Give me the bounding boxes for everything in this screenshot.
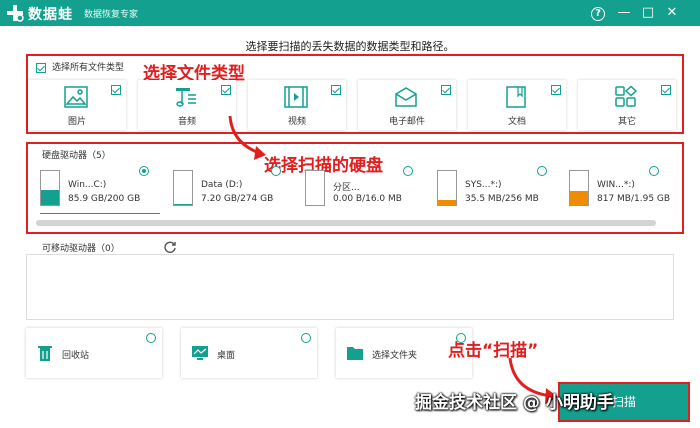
drive-icon — [173, 170, 193, 206]
drive-name: Data (D:) — [201, 180, 243, 190]
app-logo-text: 数据蛙 — [28, 7, 73, 23]
help-button[interactable]: ? — [588, 3, 608, 23]
drive-item[interactable]: WIN...*:) 817 MB/1.95 GB — [569, 166, 689, 214]
drive-icon — [437, 170, 457, 206]
scroll-thumb[interactable] — [36, 220, 656, 226]
other-checkbox[interactable] — [661, 85, 671, 95]
image-checkbox[interactable] — [111, 85, 121, 95]
annotation-arrow-icon — [228, 115, 266, 160]
drive-size: 0.00 B/16.0 MB — [333, 194, 402, 204]
drive-icon — [40, 170, 60, 206]
drive-radio[interactable] — [537, 166, 547, 176]
drive-usage-fill — [570, 190, 588, 205]
refresh-icon[interactable] — [163, 240, 177, 254]
title-bar: 数据蛙 数据恢复专家 ? — □ ✕ — [0, 0, 700, 26]
maximize-button[interactable]: □ — [638, 3, 658, 23]
drive-icon — [569, 170, 589, 206]
drive-size: 85.9 GB/200 GB — [68, 194, 141, 204]
select-all-types[interactable]: 选择所有文件类型 — [36, 60, 124, 73]
image-icon — [64, 86, 88, 108]
file-type-label: 电子邮件 — [388, 117, 425, 127]
location-radio[interactable] — [146, 333, 156, 343]
logo-icon — [7, 5, 24, 22]
drive-name: 分区... — [333, 183, 360, 193]
other-icon — [615, 86, 638, 107]
hard-drives-title: 硬盘驱动器（5） — [42, 151, 111, 161]
select-all-label: 选择所有文件类型 — [52, 63, 125, 73]
file-type-other[interactable]: 其它 — [578, 80, 676, 130]
drive-radio[interactable] — [649, 166, 659, 176]
drive-name: WIN...*:) — [597, 180, 635, 190]
location-recycle-bin[interactable]: 回收站 — [26, 328, 162, 378]
minimize-button[interactable]: — — [614, 3, 634, 23]
location-label: 桌面 — [217, 351, 236, 361]
drive-size: 35.5 MB/256 MB — [465, 194, 539, 204]
select-all-checkbox[interactable] — [36, 62, 46, 73]
email-checkbox[interactable] — [441, 85, 451, 95]
document-checkbox[interactable] — [551, 85, 561, 95]
drive-radio[interactable] — [271, 166, 281, 176]
drive-size: 7.20 GB/274 GB — [201, 194, 274, 204]
drive-name: SYS...*:) — [465, 180, 502, 190]
desktop-icon — [192, 346, 208, 360]
drive-item[interactable]: SYS...*:) 35.5 MB/256 MB — [437, 166, 557, 214]
drive-name: Win...C:) — [68, 180, 107, 190]
music-icon — [176, 88, 196, 107]
video-checkbox[interactable] — [331, 85, 341, 95]
file-type-image[interactable]: 图片 — [28, 80, 126, 130]
recycle-bin-icon — [38, 346, 52, 361]
instruction-text: 选择要扫描的丢失数据的数据类型和路径。 — [245, 40, 455, 53]
drive-item[interactable]: 分区... 0.00 B/16.0 MB — [305, 166, 425, 214]
drive-item[interactable]: Win...C:) 85.9 GB/200 GB — [40, 166, 160, 214]
watermark: 掘金技术社区 @ 小明助手 — [415, 393, 614, 413]
file-type-document[interactable]: 文档 — [468, 80, 566, 130]
help-icon: ? — [591, 7, 605, 21]
file-type-label: 图片 — [67, 117, 86, 127]
document-icon — [506, 86, 526, 108]
app-tagline: 数据恢复专家 — [84, 10, 139, 20]
removable-drives-title: 可移动驱动器（0） — [42, 244, 120, 254]
close-button[interactable]: ✕ — [662, 3, 682, 23]
drive-usage-fill — [174, 203, 192, 205]
location-label: 选择文件夹 — [372, 351, 418, 361]
drive-size: 817 MB/1.95 GB — [597, 194, 671, 204]
drive-radio[interactable] — [139, 166, 149, 176]
audio-checkbox[interactable] — [221, 85, 231, 95]
file-type-label: 文档 — [507, 117, 526, 127]
location-label: 回收站 — [62, 351, 90, 361]
drive-icon — [305, 170, 325, 206]
location-radio[interactable] — [301, 333, 311, 343]
file-type-email[interactable]: 电子邮件 — [358, 80, 456, 130]
file-type-label: 其它 — [617, 117, 636, 127]
video-icon — [284, 86, 308, 108]
drive-scrollbar[interactable] — [36, 220, 656, 226]
drive-usage-fill — [41, 190, 59, 205]
drive-item[interactable]: Data (D:) 7.20 GB/274 GB — [173, 166, 293, 214]
email-icon — [395, 87, 417, 107]
location-desktop[interactable]: 桌面 — [181, 328, 317, 378]
folder-icon — [347, 347, 363, 360]
removable-drives-area — [26, 254, 674, 320]
drive-radio[interactable] — [403, 166, 413, 176]
drive-usage-fill — [438, 200, 456, 205]
